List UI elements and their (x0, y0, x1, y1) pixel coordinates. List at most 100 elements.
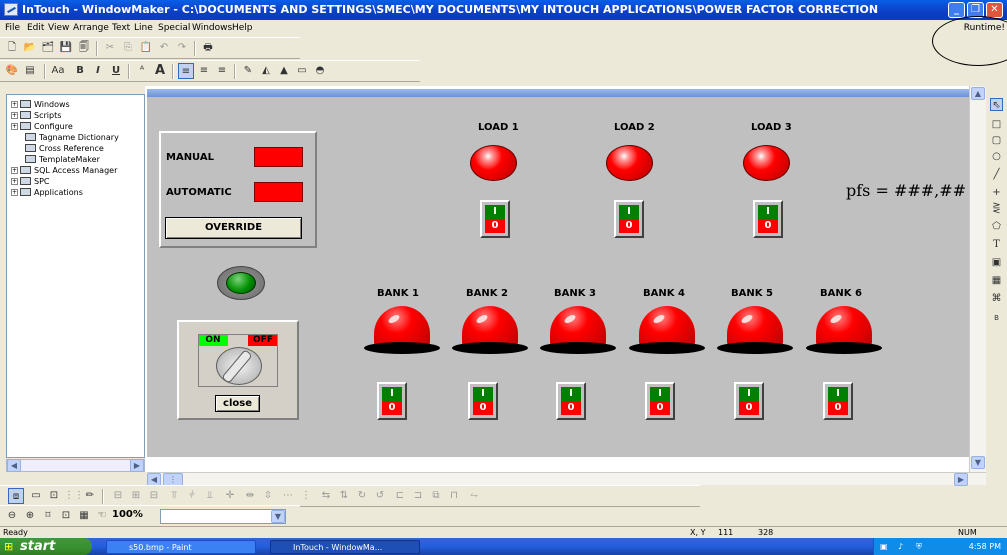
window-color-icon[interactable]: ▭ (294, 63, 310, 79)
bank-6-switch[interactable]: I0 (823, 382, 853, 420)
load-3-switch[interactable]: I0 (753, 200, 783, 238)
override-button[interactable]: OVERRIDE (165, 217, 302, 239)
redo-icon[interactable]: ↷ (174, 40, 190, 56)
underline-button[interactable]: U (108, 63, 124, 79)
rectangle-tool-icon[interactable]: □ (990, 118, 1003, 131)
open-icon[interactable]: 📂 (22, 40, 38, 56)
save-all-icon[interactable]: 🗐 (76, 40, 92, 56)
transparent-icon[interactable]: ◓ (312, 63, 328, 79)
bank-5-switch[interactable]: I0 (734, 382, 764, 420)
break-icon[interactable]: ⧉ (428, 488, 444, 504)
pattern-icon[interactable]: ▤ (22, 63, 38, 79)
menu-view[interactable]: View (45, 20, 72, 36)
bank-2-switch[interactable]: I0 (468, 382, 498, 420)
select-tool-icon[interactable]: ⇖ (990, 98, 1003, 111)
rounded-rect-tool-icon[interactable]: ▢ (990, 134, 1003, 147)
text-tool-icon[interactable]: T (990, 238, 1003, 251)
canvas-vertical-scrollbar[interactable]: ▲ ▼ (969, 86, 986, 472)
zoom-window-icon[interactable]: ⊡ (58, 508, 74, 524)
cut-icon[interactable]: ✂ (102, 40, 118, 56)
bold-button[interactable]: B (72, 63, 88, 79)
align-left-icon[interactable]: ≡ (178, 63, 194, 79)
tree-item-configure[interactable]: + Configure (11, 121, 73, 132)
italic-button[interactable]: I (90, 63, 106, 79)
align-center-icon[interactable]: ≡ (196, 63, 212, 79)
print-icon[interactable]: 🖶 (200, 40, 216, 56)
close-window-button[interactable]: ✕ (986, 2, 1003, 18)
tray-volume-icon[interactable]: ♪ (898, 538, 903, 555)
task-intouch[interactable]: InTouch - WindowMa... (270, 540, 420, 554)
zoom-dropdown[interactable]: ▼ (160, 509, 286, 524)
align-left-objects-icon[interactable]: ⊟ (110, 488, 126, 504)
zoom-in-icon[interactable]: ⊕ (22, 508, 38, 524)
close-button[interactable]: close (215, 395, 260, 412)
zoom-out-icon[interactable]: ⊖ (4, 508, 20, 524)
align-middle-icon[interactable]: ⫩ (184, 488, 200, 504)
tree-item-tagname-dictionary[interactable]: Tagname Dictionary (25, 132, 119, 143)
wizard-tool-icon[interactable]: ⌘ (990, 292, 1003, 305)
symbol-icon[interactable]: ⊐ (410, 488, 426, 504)
open-window-icon[interactable]: 🗂 (40, 40, 56, 56)
scroll-down-button[interactable]: ▼ (971, 456, 985, 469)
rotate-ccw-icon[interactable]: ↺ (372, 488, 388, 504)
save-icon[interactable]: 💾 (58, 40, 74, 56)
new-icon[interactable]: 🗋 (4, 40, 20, 56)
menu-arrange[interactable]: Arrange (70, 20, 112, 36)
font-smaller-icon[interactable]: ᴬ (134, 63, 150, 79)
flip-v-icon[interactable]: ⇅ (336, 488, 352, 504)
smooth-icon[interactable]: ⥊ (466, 488, 482, 504)
polyline-tool-icon[interactable]: ⋛ (990, 202, 1003, 215)
align-center-objects-icon[interactable]: ⊞ (128, 488, 144, 504)
tree-item-windows[interactable]: + Windows (11, 99, 70, 110)
line-color-icon[interactable]: ✎ (240, 63, 256, 79)
tree-item-sql-access[interactable]: + SQL Access Manager (11, 165, 117, 176)
task-paint[interactable]: s50.bmp - Paint (106, 540, 256, 554)
ellipse-tool-icon[interactable]: ○ (990, 150, 1003, 163)
space-v-icon[interactable]: ⇳ (260, 488, 276, 504)
tree-item-applications[interactable]: + Applications (11, 187, 83, 198)
menu-help[interactable]: Help (229, 20, 256, 36)
group-icon[interactable]: ⊡ (46, 488, 62, 504)
hv-line-tool-icon[interactable]: + (990, 186, 1003, 199)
align-top-icon[interactable]: ⫪ (166, 488, 182, 504)
fill-color-icon[interactable]: ◭ (258, 63, 274, 79)
automatic-indicator[interactable] (254, 182, 303, 202)
tray-security-icon[interactable]: ⛨ (916, 538, 922, 555)
make-line-icon[interactable]: ⋯ (280, 488, 296, 504)
app-icon[interactable] (4, 3, 18, 16)
scroll-right-button[interactable]: ▶ (954, 473, 968, 486)
load-2-switch[interactable]: I0 (614, 200, 644, 238)
trend-tool-icon[interactable]: ▦ (990, 274, 1003, 287)
tree-horizontal-scrollbar[interactable]: ◀ ▶ (6, 459, 145, 472)
font-icon[interactable]: Aa (50, 63, 66, 79)
front-icon[interactable]: ⧈ (8, 488, 24, 504)
window-title-bar[interactable]: InTouch - WindowMaker - C:\DOCUMENTS AND… (0, 0, 1007, 20)
align-bottom-icon[interactable]: ⫫ (202, 488, 218, 504)
menu-special[interactable]: Special (155, 20, 193, 36)
canvas-horizontal-scrollbar[interactable]: ◀ ⋮ ▶ (147, 472, 986, 486)
menu-edit[interactable]: Edit (24, 20, 47, 36)
bank-4-switch[interactable]: I0 (645, 382, 675, 420)
manual-indicator[interactable] (254, 147, 303, 167)
color-fill-icon[interactable]: 🎨 (4, 63, 20, 79)
polygon-tool-icon[interactable]: ⬠ (990, 220, 1003, 233)
load-1-switch[interactable]: I0 (480, 200, 510, 238)
undo-icon[interactable]: ↶ (156, 40, 172, 56)
copy-icon[interactable]: ⎘ (120, 40, 136, 56)
back-icon[interactable]: ▭ (28, 488, 44, 504)
tray-network-icon[interactable]: ▣ (880, 538, 888, 555)
font-larger-icon[interactable]: A (152, 63, 168, 79)
align-right-icon[interactable]: ≡ (214, 63, 230, 79)
button-tool-icon[interactable]: B (990, 312, 1003, 325)
chevron-down-icon[interactable]: ▼ (271, 510, 285, 523)
minimize-button[interactable]: _ (948, 2, 965, 18)
flip-h-icon[interactable]: ⇆ (318, 488, 334, 504)
application-explorer[interactable]: + Windows + Scripts + Configure Tagname Dic… (6, 94, 145, 458)
menu-file[interactable]: File (2, 20, 23, 36)
bank-1-switch[interactable]: I0 (377, 382, 407, 420)
scroll-up-button[interactable]: ▲ (971, 87, 985, 100)
pan-icon[interactable]: ☜ (94, 508, 110, 524)
menu-text[interactable]: Text (109, 20, 133, 36)
tree-item-cross-reference[interactable]: Cross Reference (25, 143, 104, 154)
tree-item-scripts[interactable]: + Scripts (11, 110, 61, 121)
